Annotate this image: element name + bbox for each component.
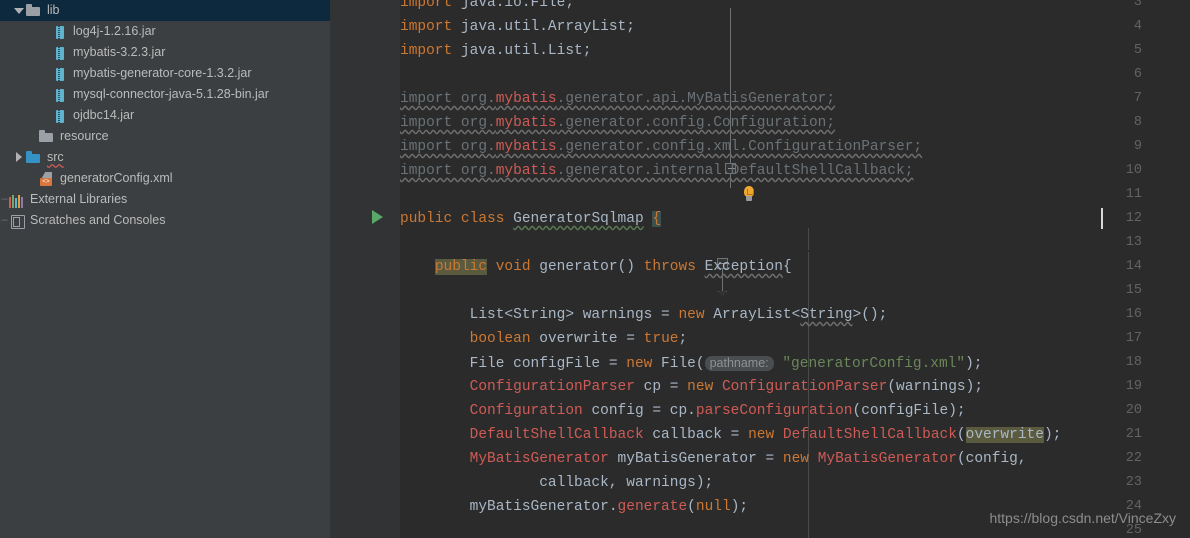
code-line-5: import java.util.List;: [400, 43, 592, 59]
code-line-16: List<String> warnings = new ArrayList<St…: [400, 307, 888, 323]
code-line-3: import java.io.File;: [400, 0, 575, 11]
tree-item-label: log4j-1.2.16.jar: [73, 24, 156, 38]
code-line-23: callback, warnings);: [400, 475, 714, 491]
code-line-7: import org.mybatis.generator.api.MyBatis…: [400, 91, 836, 107]
text-caret: [1101, 208, 1103, 229]
tree-item-generatorconfig-xml[interactable]: generatorConfig.xml: [0, 168, 330, 189]
chevron-right-icon[interactable]: [13, 151, 26, 164]
code-line-10: import org.mybatis.generator.internal.De…: [400, 163, 914, 179]
tree-item-label: mybatis-generator-core-1.3.2.jar: [73, 66, 252, 80]
tree-item-label: src: [47, 150, 64, 164]
tree-item-label: Scratches and Consoles: [30, 213, 166, 227]
tree-item-log4j-1-2-16-jar[interactable]: log4j-1.2.16.jar: [0, 21, 330, 42]
jar-icon: [52, 24, 68, 40]
code-line-24: myBatisGenerator.generate(null);: [400, 499, 749, 515]
tree-item-label: resource: [60, 129, 109, 143]
jar-icon: [52, 66, 68, 82]
external-libraries-icon: [9, 192, 25, 208]
code-line-9: import org.mybatis.generator.config.xml.…: [400, 139, 923, 155]
chevron-down-icon[interactable]: [13, 4, 26, 17]
tree-item-ojdbc14-jar[interactable]: ojdbc14.jar: [0, 105, 330, 126]
tree-item-src[interactable]: src: [0, 147, 330, 168]
project-tool-window[interactable]: lib log4j-1.2.16.jar mybatis-3.2.3.jar myba…: [0, 0, 330, 538]
jar-icon: [52, 45, 68, 61]
run-class-icon[interactable]: [372, 210, 383, 224]
code-line-8: import org.mybatis.generator.config.Conf…: [400, 115, 836, 131]
code-line-17: boolean overwrite = true;: [469, 331, 688, 347]
scratches-icon: [9, 213, 25, 229]
xml-file-icon: [39, 171, 55, 187]
code-line-22: MyBatisGenerator myBatisGenerator = new …: [469, 451, 1027, 467]
jar-icon: [52, 108, 68, 124]
tree-item-external-libraries[interactable]: – External Libraries: [0, 189, 330, 210]
tree-item-label: mybatis-3.2.3.jar: [73, 45, 166, 59]
code-line-20: Configuration config = cp.parseConfigura…: [469, 403, 966, 419]
tree-item-scratches-and-consoles[interactable]: – Scratches and Consoles: [0, 210, 330, 231]
tree-item-label: ojdbc14.jar: [73, 108, 135, 122]
folder-icon: [39, 129, 55, 145]
watermark-text: https://blog.csdn.net/VinceZxy: [989, 510, 1176, 526]
code-editor[interactable]: 3 4 5 6 7 8 9 10 11 12 13 14 15 16 17 18 19 20 21 22 23 24 25 …: [330, 0, 1190, 538]
tree-item-mybatis-3-2-3-jar[interactable]: mybatis-3.2.3.jar: [0, 42, 330, 63]
jar-icon: [52, 87, 68, 103]
code-line-19: ConfigurationParser cp = new Configurati…: [469, 379, 984, 395]
code-line-18: File configFile = new File(pathname: "ge…: [400, 356, 983, 372]
folder-source-icon: [26, 150, 42, 166]
tree-item-label: mysql-connector-java-5.1.28-bin.jar: [73, 87, 269, 101]
tree-item-lib[interactable]: lib: [0, 0, 330, 21]
tree-item-label: lib: [47, 3, 60, 17]
tree-tick: –: [1, 214, 8, 226]
tree-item-label: External Libraries: [30, 192, 128, 206]
tree-item-mybatis-generator-core-1-3-2-jar[interactable]: mybatis-generator-core-1.3.2.jar: [0, 63, 330, 84]
code-line-12: public class GeneratorSqlmap {: [400, 211, 662, 227]
code-line-14: public void generator() throws Exception…: [434, 259, 792, 275]
code-text-area[interactable]: import java.io.File; import java.util.Ar…: [400, 0, 1190, 538]
tree-item-resource[interactable]: resource: [0, 126, 330, 147]
tree-item-mysql-connector-java-5-1-28-bin-jar[interactable]: mysql-connector-java-5.1.28-bin.jar: [0, 84, 330, 105]
code-line-21: DefaultShellCallback callback = new Defa…: [469, 427, 1062, 443]
folder-icon: [26, 3, 42, 19]
ide-window: lib log4j-1.2.16.jar mybatis-3.2.3.jar myba…: [0, 0, 1190, 538]
tree-tick: –: [1, 193, 8, 205]
gutter-icons-layer[interactable]: [330, 0, 754, 538]
code-line-4: import java.util.ArrayList;: [400, 19, 635, 35]
tree-item-label: generatorConfig.xml: [60, 171, 173, 185]
intention-bulb-icon[interactable]: [742, 186, 756, 202]
